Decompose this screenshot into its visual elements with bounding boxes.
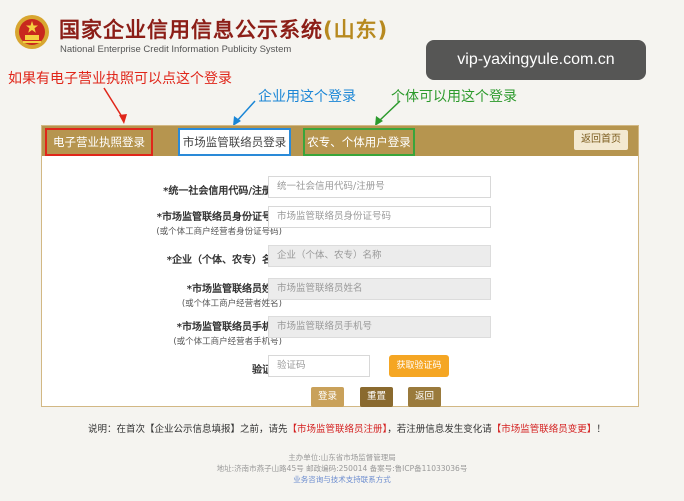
id-number-input[interactable]: 市场监管联络员身份证号码 [268,206,491,228]
back-home-button[interactable]: 返回首页 [574,130,628,150]
arrowhead-red [119,114,127,124]
liaison-name-input[interactable]: 市场监管联络员姓名 [268,278,491,300]
row-liaison-name: *市场监管联络员姓名 (或个体工商户经营者姓名) 市场监管联络员姓名 [42,278,638,309]
row-phone: *市场监管联络员手机号 (或个体工商户经营者手机号) 市场监管联络员手机号 [42,316,638,347]
tab-bar: 电子营业执照登录 市场监管联络员登录 农专、个体用户登录 返回首页 [42,126,638,156]
watermark: vip-yaxingyule.com.cn [426,40,646,80]
credit-code-label: *统一社会信用代码/注册号 [163,186,282,197]
footer-support-link[interactable]: 业务咨询与技术支持联系方式 [0,474,684,485]
site-title: 国家企业信用信息公示系统(山东) [59,18,389,42]
reset-button[interactable]: 重置 [360,387,393,407]
footer-organizer: 主办单位:山东省市场监督管理局 [288,453,396,462]
phone-label: *市场监管联络员手机号 (或个体工商户经营者手机号) [173,322,282,347]
row-captcha: 验证码 验证码 获取验证码 [42,355,638,379]
national-emblem-icon [15,15,49,49]
arrow-red [103,87,125,121]
tab-liaison-login[interactable]: 市场监管联络员登录 [178,128,291,156]
row-company-name: *企业（个体、农专）名称 企业（个体、农专）名称 [42,245,638,269]
credit-code-input[interactable]: 统一社会信用代码/注册号 [268,176,491,198]
company-name-label: *企业（个体、农专）名称 [166,255,282,266]
company-name-input[interactable]: 企业（个体、农专）名称 [268,245,491,267]
phone-note: (或个体工商户经营者手机号) [173,337,282,347]
back-button[interactable]: 返回 [408,387,441,407]
liaison-name-label: *市场监管联络员姓名 (或个体工商户经营者姓名) [181,284,282,309]
id-number-label: *市场监管联络员身份证号码 (或个体工商户经营者身份证号码) [156,212,282,237]
login-button[interactable]: 登录 [311,387,344,407]
instruction-note: 说明：在首次【企业公示信息填报】之前，请先【市场监管联络员注册】，若注册信息发生… [88,424,606,435]
annotation-license: 如果有电子营业执照可以点这个登录 [8,71,232,87]
tab-business-license[interactable]: 电子营业执照登录 [45,128,153,156]
footer-address: 地址:济南市燕子山路45号 邮政编码:250014 备案号:鲁ICP备11033… [216,464,468,473]
liaison-change-link[interactable]: 【市场监管联络员变更】 [492,424,597,435]
tab-farmer-individual-login[interactable]: 农专、个体用户登录 [303,128,415,156]
liaison-register-link[interactable]: 【市场监管联络员注册】 [288,424,388,435]
liaison-name-note: (或个体工商户经营者姓名) [181,299,282,309]
get-captcha-button[interactable]: 获取验证码 [389,355,449,377]
id-number-note: (或个体工商户经营者身份证号码) [156,227,282,237]
login-panel: 电子营业执照登录 市场监管联络员登录 农专、个体用户登录 返回首页 *统一社会信… [41,125,639,407]
row-credit-code: *统一社会信用代码/注册号 统一社会信用代码/注册号 [42,176,638,200]
phone-input[interactable]: 市场监管联络员手机号 [268,316,491,338]
annotation-enterprise: 企业用这个登录 [258,89,356,105]
captcha-input[interactable]: 验证码 [268,355,370,377]
province-label: (山东) [323,18,389,42]
annotation-individual: 个体可以用这个登录 [391,89,517,105]
row-id-number: *市场监管联络员身份证号码 (或个体工商户经营者身份证号码) 市场监管联络员身份证… [42,206,638,237]
arrow-blue [235,100,256,123]
site-subtitle: National Enterprise Credit Information P… [60,44,292,55]
